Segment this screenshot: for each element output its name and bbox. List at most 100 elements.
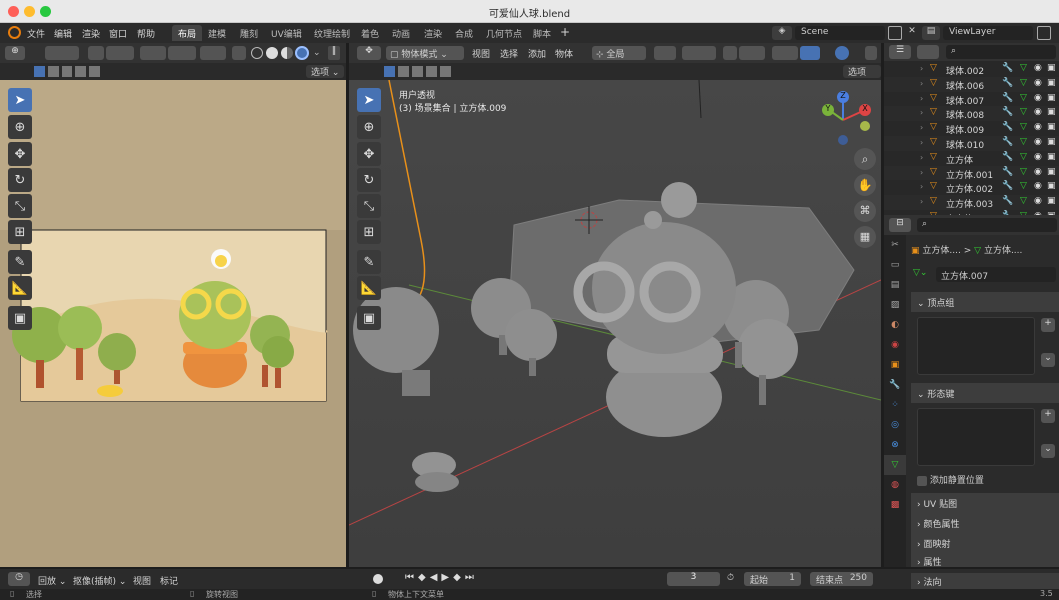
outliner-row[interactable]: › ▽ 立方体.003 🔧 ▽ ◉ ▣ [884, 195, 1059, 210]
constraints-tab-icon[interactable]: ⊗ [884, 435, 906, 455]
world-tab-icon[interactable]: ◉ [884, 335, 906, 355]
lasso-select-icon[interactable] [45, 46, 79, 60]
vp-measure-tool-icon[interactable]: 📐 [357, 276, 381, 300]
eye-icon[interactable]: ◉ [1034, 137, 1042, 147]
expand-arrow-icon[interactable]: › [920, 197, 923, 206]
viewport-options-button[interactable]: 选项 ⌄ [843, 65, 881, 88]
pan-hand-icon[interactable]: ✋ [854, 174, 876, 196]
jump-end-icon[interactable]: ⏭ [465, 572, 474, 586]
modifier-tab-icon[interactable]: 🔧 [884, 375, 906, 395]
material-tab-icon[interactable]: ◍ [884, 475, 906, 495]
vp-add-cube-tool-icon[interactable]: ▣ [357, 306, 381, 330]
view-layer-selector[interactable]: ViewLayer [943, 26, 1033, 40]
vp-cursor-tool-icon[interactable]: ⊕ [357, 115, 381, 139]
move-tool-icon[interactable]: ✥ [8, 142, 32, 166]
jump-start-icon[interactable]: ⏮ [405, 572, 414, 586]
menu-window[interactable]: 窗口 [109, 27, 127, 40]
outliner-row[interactable]: › ▽ 球体.010 🔧 ▽ ◉ ▣ [884, 135, 1059, 151]
editor-type-icon[interactable]: ⊕ [5, 46, 25, 60]
select-extend-icon[interactable] [47, 66, 59, 77]
tab-compositing[interactable]: 合成 [449, 25, 479, 41]
measure-tool-icon[interactable]: 📐 [8, 276, 32, 300]
view-layer-tab-icon[interactable]: ▨ [884, 295, 906, 315]
data-tab-icon[interactable]: ▽ [884, 455, 906, 475]
viewport-menu-view[interactable]: 视图 [472, 47, 490, 60]
expand-arrow-icon[interactable]: › [920, 64, 923, 73]
prev-keyframe-icon[interactable]: ◆ [418, 572, 426, 586]
vp-scale-tool-icon[interactable]: ⤡ [357, 194, 381, 218]
camera-render-icon[interactable]: ▣ [1047, 181, 1056, 191]
shape-keys-panel-header[interactable]: ⌄ 形态键 [911, 383, 1059, 403]
end-frame-field[interactable]: 结束点 250 [810, 572, 873, 586]
select-tool-icon[interactable]: ➤ [8, 88, 32, 112]
eye-icon[interactable]: ◉ [1034, 167, 1042, 177]
timeline-view-menu[interactable]: 视图 [133, 574, 151, 587]
outliner-row[interactable]: › ▽ 立方体 🔧 ▽ ◉ ▣ [884, 150, 1059, 166]
select-new-icon[interactable] [34, 66, 45, 77]
timeline-playback-menu[interactable]: 回放 ⌄ [38, 574, 66, 587]
select-intersect-icon[interactable] [89, 66, 100, 77]
camera-render-icon[interactable]: ▣ [1047, 107, 1056, 117]
texture-tab-icon[interactable]: ▩ [884, 495, 906, 515]
record-icon[interactable] [373, 574, 383, 584]
proportional-icon[interactable] [106, 46, 134, 60]
camera-viewport[interactable]: ➤ ⊕ ✥ ↻ ⤡ ⊞ ✎ 📐 ▣ [0, 80, 346, 567]
play-reverse-icon[interactable]: ◀ [430, 572, 438, 586]
proportional-falloff-icon[interactable] [739, 46, 765, 60]
add-vertex-group-icon[interactable]: + [1041, 318, 1055, 332]
viewport-editor-type-icon[interactable]: ✥ [357, 46, 381, 60]
camera-render-icon[interactable]: ▣ [1047, 196, 1056, 206]
vp-select-intersect-icon[interactable] [440, 66, 451, 77]
proportional-edit-icon[interactable] [723, 46, 737, 60]
solid-shading-icon[interactable] [266, 47, 278, 59]
camera-render-icon[interactable]: ▣ [1047, 167, 1056, 177]
menu-help[interactable]: 帮助 [137, 27, 155, 40]
object-tab-icon[interactable]: ▣ [884, 355, 906, 375]
3d-viewport[interactable]: 用户透视 (3) 场景集合 | 立方体.009 Z X Y ⌕ ✋ ⌘ ▦ ➤ … [349, 80, 881, 567]
expand-arrow-icon[interactable]: › [920, 138, 923, 147]
gizmo-x-label[interactable]: X [859, 104, 871, 116]
vertex-groups-list[interactable] [917, 317, 1035, 375]
scale-tool-icon[interactable]: ⤡ [8, 194, 32, 218]
properties-editor-type-icon[interactable]: ⊟ [889, 218, 911, 232]
transform-tool-icon[interactable]: ⊞ [8, 220, 32, 244]
color-attributes-panel-header[interactable]: › 颜色属性 [911, 513, 1059, 533]
shape-key-menu-icon[interactable]: ⌄ [1041, 444, 1055, 458]
navigation-gizmo[interactable]: Z X Y [817, 88, 877, 148]
scene-tab-icon[interactable]: ◐ [884, 315, 906, 335]
camera-render-icon[interactable]: ▣ [1047, 137, 1056, 147]
output-tab-icon[interactable]: ▤ [884, 275, 906, 295]
eye-icon[interactable]: ◉ [1034, 181, 1042, 191]
zoom-icon[interactable]: ⌕ [854, 148, 876, 170]
tab-texture-paint[interactable]: 纹理绘制 [308, 25, 356, 41]
clock-icon[interactable]: ⏱ [727, 573, 734, 583]
add-shape-key-icon[interactable]: + [1041, 409, 1055, 423]
viewport-xray-icon[interactable] [865, 46, 877, 60]
display-mode-icon[interactable] [917, 45, 939, 59]
eye-icon[interactable]: ◉ [1034, 63, 1042, 73]
expand-arrow-icon[interactable]: › [920, 168, 923, 177]
wireframe-shading-icon[interactable] [251, 47, 263, 59]
scene-icon[interactable]: ◈ [772, 26, 792, 40]
outliner-row[interactable]: › ▽ 球体.006 🔧 ▽ ◉ ▣ [884, 76, 1059, 92]
expand-arrow-icon[interactable]: › [920, 108, 923, 117]
vp-select-invert-icon[interactable] [426, 66, 437, 77]
eye-icon[interactable]: ◉ [1034, 122, 1042, 132]
viewport-gizmo-icon[interactable] [800, 46, 820, 60]
vp-select-tool-icon[interactable]: ➤ [357, 88, 381, 112]
play-icon[interactable]: ▶ [441, 572, 449, 586]
tab-rendering[interactable]: 渲染 [418, 25, 448, 41]
menu-render[interactable]: 渲染 [82, 27, 100, 40]
pivot-point-icon[interactable] [654, 46, 676, 60]
outliner-row[interactable]: › ▽ 立方体.002 🔧 ▽ ◉ ▣ [884, 180, 1059, 195]
expand-arrow-icon[interactable]: › [920, 94, 923, 103]
camera-render-icon[interactable]: ▣ [1047, 122, 1056, 132]
rendered-shading-icon[interactable] [295, 46, 309, 60]
vp-transform-tool-icon[interactable]: ⊞ [357, 220, 381, 244]
eye-icon[interactable]: ◉ [1034, 93, 1042, 103]
tool-tab-icon[interactable]: ✂ [884, 235, 906, 255]
vertex-group-menu-icon[interactable]: ⌄ [1041, 353, 1055, 367]
toggle-sidebar-icon[interactable]: ‖ [328, 46, 340, 60]
expand-arrow-icon[interactable]: › [920, 153, 923, 162]
tab-modeling[interactable]: 建模 [202, 25, 232, 41]
